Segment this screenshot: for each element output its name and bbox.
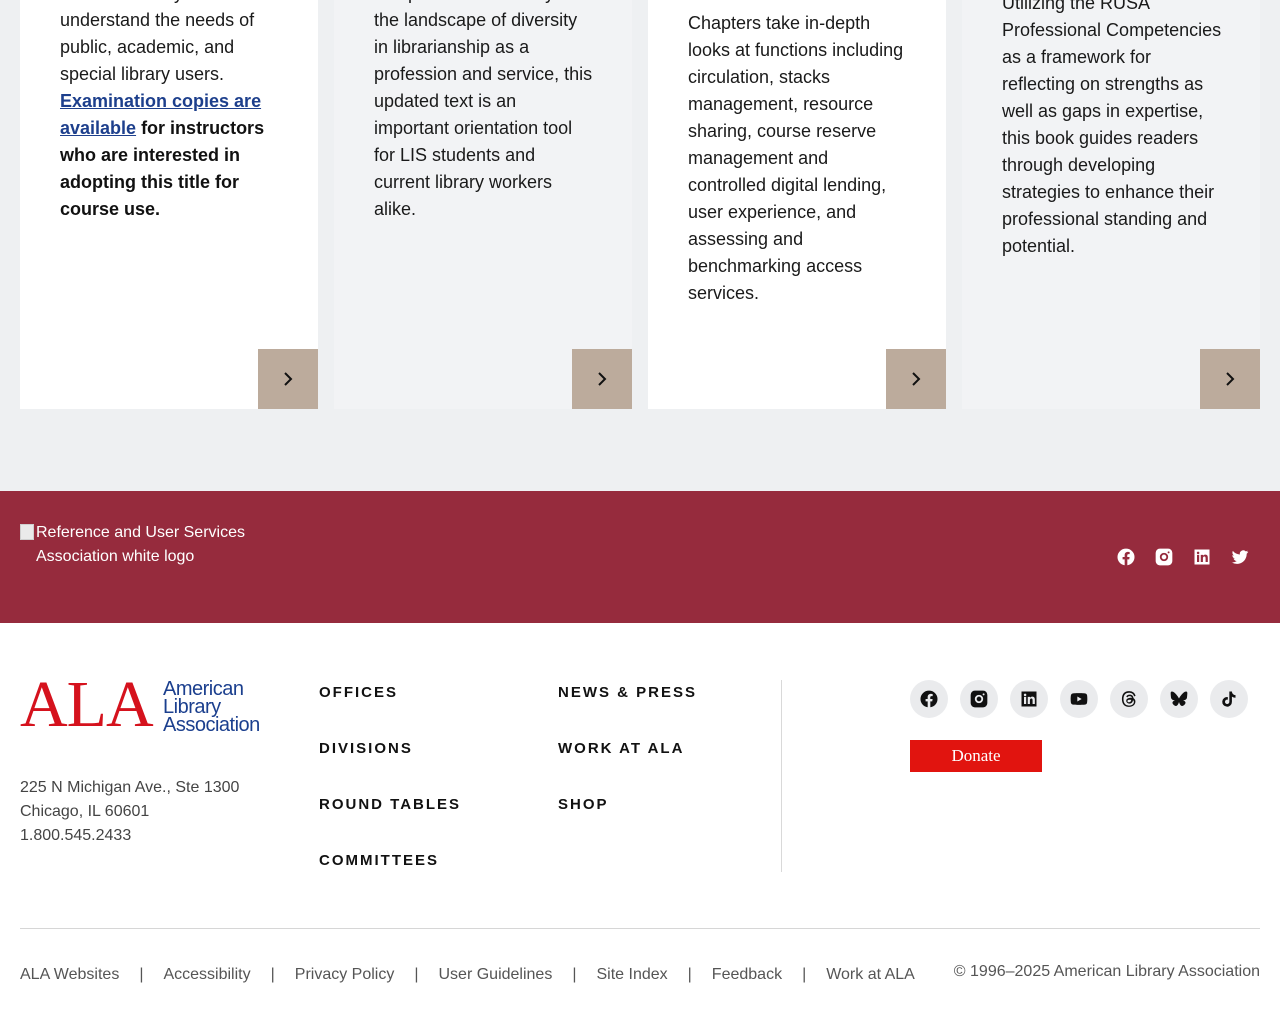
ala-logo-words: American Library Association (163, 678, 260, 736)
card-next-button[interactable] (258, 349, 318, 409)
book-card-3: Chapters take in-depth looks at function… (648, 0, 946, 409)
rusa-logo[interactable]: Reference and User Services Association … (20, 521, 270, 569)
tiktok-icon[interactable] (1210, 680, 1248, 718)
chevron-right-icon (1226, 372, 1235, 386)
rusa-social-links (1116, 547, 1250, 567)
rusa-footer-band: Reference and User Services Association … (0, 491, 1280, 623)
card-description: Utilizing the RUSA Professional Competen… (1002, 0, 1222, 256)
link-separator: | (414, 966, 419, 983)
link-separator: | (270, 966, 275, 983)
nav-offices[interactable]: OFFICES (319, 684, 461, 740)
footer-bottom-links: ALA Websites | Accessibility | Privacy P… (20, 966, 915, 984)
ala-logo-letters: ALA (20, 668, 154, 741)
book-card-2: comprehensive survey of the landscape of… (334, 0, 632, 409)
nav-round-tables[interactable]: ROUND TABLES (319, 796, 461, 852)
ala-social-links (910, 680, 1248, 718)
facebook-icon[interactable] (910, 680, 948, 718)
link-feedback[interactable]: Feedback (712, 966, 782, 984)
broken-image-icon (20, 524, 34, 540)
link-separator: | (572, 966, 577, 983)
card-next-button[interactable] (886, 349, 946, 409)
footer-nav-column-1: OFFICES DIVISIONS ROUND TABLES COMMITTEE… (319, 684, 461, 908)
donate-button[interactable]: Donate (910, 740, 1042, 772)
link-work-at-ala[interactable]: Work at ALA (826, 966, 915, 984)
linkedin-icon[interactable] (1010, 680, 1048, 718)
twitter-icon[interactable] (1230, 547, 1250, 567)
link-user-guidelines[interactable]: User Guidelines (439, 966, 553, 984)
chevron-right-icon (284, 372, 293, 386)
link-ala-websites[interactable]: ALA Websites (20, 966, 119, 984)
ala-address: 225 N Michigan Ave., Ste 1300 Chicago, I… (20, 776, 239, 848)
ala-logo[interactable]: ALA American Library Association (20, 672, 265, 738)
chevron-right-icon (598, 372, 607, 386)
book-card-1: that will teach you how to understand th… (20, 0, 318, 409)
address-line-1: 225 N Michigan Ave., Ste 1300 (20, 779, 240, 796)
facebook-icon[interactable] (1116, 547, 1136, 567)
footer-nav-column-2: NEWS & PRESS WORK AT ALA SHOP (558, 684, 697, 852)
link-accessibility[interactable]: Accessibility (163, 966, 250, 984)
card-next-button[interactable] (1200, 349, 1260, 409)
youtube-icon[interactable] (1060, 680, 1098, 718)
linkedin-icon[interactable] (1192, 547, 1212, 567)
link-separator: | (802, 966, 807, 983)
link-separator: | (139, 966, 144, 983)
threads-icon[interactable] (1110, 680, 1148, 718)
nav-divisions[interactable]: DIVISIONS (319, 740, 461, 796)
phone-number: 1.800.545.2433 (20, 827, 132, 844)
card-next-button[interactable] (572, 349, 632, 409)
chevron-right-icon (912, 372, 921, 386)
nav-news-press[interactable]: NEWS & PRESS (558, 684, 697, 740)
instagram-icon[interactable] (960, 680, 998, 718)
card-description: that will teach you how to understand th… (60, 0, 265, 219)
nav-committees[interactable]: COMMITTEES (319, 852, 461, 908)
column-divider (781, 680, 782, 872)
address-line-2: Chicago, IL 60601 (20, 803, 150, 820)
nav-shop[interactable]: SHOP (558, 796, 697, 852)
bluesky-icon[interactable] (1160, 680, 1198, 718)
footer-divider (20, 928, 1260, 929)
instagram-icon[interactable] (1154, 547, 1174, 567)
link-site-index[interactable]: Site Index (596, 966, 667, 984)
book-card-4: Utilizing the RUSA Professional Competen… (962, 0, 1260, 409)
card-description: Chapters take in-depth looks at function… (688, 13, 904, 303)
link-privacy-policy[interactable]: Privacy Policy (295, 966, 395, 984)
card-description: comprehensive survey of the landscape of… (374, 0, 593, 219)
copyright-text: © 1996–2025 American Library Association (953, 963, 1260, 980)
cards-section: that will teach you how to understand th… (0, 0, 1280, 491)
rusa-logo-alt-text: Reference and User Services Association … (36, 524, 245, 565)
link-separator: | (687, 966, 692, 983)
nav-work-at-ala[interactable]: WORK AT ALA (558, 740, 697, 796)
